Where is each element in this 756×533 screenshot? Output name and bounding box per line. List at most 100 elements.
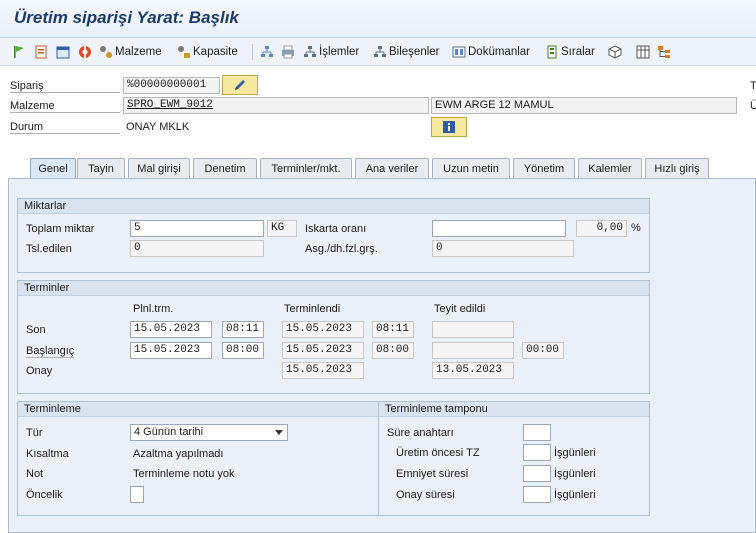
- material-description: EWM ARGE 12 MAMUL: [431, 97, 737, 114]
- tab-general[interactable]: Genel: [30, 158, 76, 179]
- delivered-label: Tsl.edilen: [26, 243, 72, 255]
- order-label: Sipariş: [10, 80, 120, 93]
- status-info-button[interactable]: [431, 117, 467, 137]
- release-label: Onay: [26, 365, 53, 377]
- scheduling-group: Terminleme Tür 4 Günün tarihi Kısaltma A…: [17, 401, 379, 516]
- lifebuoy-icon[interactable]: [78, 43, 92, 61]
- cube-icon[interactable]: [608, 43, 622, 61]
- duration-key-input[interactable]: [523, 424, 551, 441]
- tab-items[interactable]: Kalemler: [578, 158, 642, 178]
- tab-content-panel: Miktarlar Toplam miktar 5 KG Iskarta ora…: [8, 178, 756, 533]
- print-icon[interactable]: [281, 43, 295, 61]
- total-qty-label: Toplam miktar: [26, 223, 95, 235]
- pencil-icon: [235, 80, 245, 90]
- status-value: ONAY MKLK: [126, 121, 190, 133]
- page-title: Üretim siparişi Yarat: Başlık: [14, 8, 239, 27]
- buffer-header: Terminleme tamponu: [379, 402, 649, 417]
- application-toolbar: Malzeme Kapasite İşlemler Bileşenler Dok…: [0, 38, 756, 66]
- duration-key-label: Süre anahtarı: [387, 427, 454, 439]
- pre-production-unit: İşgünleri: [554, 447, 596, 459]
- pre-production-input[interactable]: [523, 444, 551, 461]
- order-field[interactable]: %00000000001: [123, 77, 220, 94]
- table-icon[interactable]: [636, 43, 650, 61]
- scrap-rate-input[interactable]: [432, 220, 566, 237]
- safety-time-input[interactable]: [523, 465, 551, 482]
- total-qty-input[interactable]: 5: [130, 220, 264, 237]
- sequences-button[interactable]: Sıralar: [545, 43, 595, 61]
- hierarchy-icon[interactable]: [657, 43, 671, 61]
- tab-goods-receipt[interactable]: Mal girişi: [128, 158, 190, 178]
- safety-time-label: Emniyet süresi: [396, 468, 469, 480]
- start-planned-date[interactable]: 15.05.2023: [130, 342, 212, 359]
- dates-group: Terminler Plnl.trm. Terminlendi Teyit ed…: [17, 280, 650, 394]
- material-button[interactable]: Malzeme: [99, 43, 162, 61]
- tab-master-data[interactable]: Ana veriler: [355, 158, 429, 178]
- calendar-icon[interactable]: [56, 43, 70, 61]
- finish-confirmed-date[interactable]: [432, 321, 514, 338]
- material-value: SPRO_EWM_9012: [127, 99, 213, 111]
- finish-label: Son: [26, 324, 46, 336]
- info-icon: [443, 121, 455, 133]
- truncated-label-u: Ü: [750, 100, 756, 112]
- finish-planned-time[interactable]: 08:11: [222, 321, 264, 338]
- start-planned-time[interactable]: 08:00: [222, 342, 264, 359]
- edit-button[interactable]: [222, 75, 258, 95]
- type-label: Tür: [26, 427, 43, 439]
- overdelivery-label: Asg./dh.fzl.grş.: [305, 243, 378, 255]
- scheduling-type-dropdown[interactable]: 4 Günün tarihi: [130, 424, 288, 441]
- priority-label: Öncelik: [26, 489, 63, 501]
- reduction-label: Kısaltma: [26, 448, 69, 460]
- components-button[interactable]: Bileşenler: [373, 43, 440, 61]
- tab-assignment[interactable]: Tayin: [77, 158, 125, 178]
- overdelivery-field[interactable]: 0: [432, 240, 574, 257]
- unit-field[interactable]: KG: [267, 220, 297, 237]
- release-period-unit: İşgünleri: [554, 489, 596, 501]
- quantities-header: Miktarlar: [18, 199, 649, 214]
- scrap-rate-label: Iskarta oranı: [305, 223, 367, 235]
- material-label: Malzeme: [10, 100, 120, 113]
- tab-administration[interactable]: Yönetim: [513, 158, 575, 178]
- toolbar-separator: [252, 44, 253, 60]
- quantities-group: Miktarlar Toplam miktar 5 KG Iskarta ora…: [17, 198, 650, 273]
- pre-production-label: Üretim öncesi TZ: [396, 447, 480, 459]
- buffer-group: Terminleme tamponu Süre anahtarı Üretim …: [378, 401, 650, 516]
- percent-sign: %: [631, 222, 641, 234]
- material-field[interactable]: SPRO_EWM_9012: [123, 97, 429, 114]
- priority-input[interactable]: [130, 486, 144, 503]
- planned-column-label: Plnl.trm.: [133, 303, 174, 315]
- start-confirmed-time[interactable]: 00:00: [522, 342, 564, 359]
- note-label: Not: [26, 468, 44, 480]
- start-confirmed-date[interactable]: [432, 342, 514, 359]
- truncated-label-t: T: [750, 80, 756, 92]
- safety-time-unit: İşgünleri: [554, 468, 596, 480]
- finish-scheduled-date[interactable]: 15.05.2023: [282, 321, 364, 338]
- note-value: Terminleme notu yok: [133, 468, 235, 480]
- scrap-percent-field[interactable]: 0,00: [576, 220, 627, 237]
- operations-button[interactable]: İşlemler: [303, 43, 359, 61]
- reduction-value: Azaltma yapılmadı: [133, 448, 224, 460]
- scheduling-type-value: 4 Günün tarihi: [134, 426, 204, 438]
- start-scheduled-date[interactable]: 15.05.2023: [282, 342, 364, 359]
- documents-button[interactable]: Dokümanlar: [452, 43, 530, 61]
- scheduling-header: Terminleme: [18, 402, 378, 417]
- flag-icon[interactable]: [12, 43, 26, 61]
- scheduled-column-label: Terminlendi: [284, 303, 341, 315]
- release-period-input[interactable]: [523, 486, 551, 503]
- tab-control[interactable]: Denetim: [193, 158, 257, 178]
- finish-planned-date[interactable]: 15.05.2023: [130, 321, 212, 338]
- network-icon[interactable]: [260, 43, 274, 61]
- capacity-button[interactable]: Kapasite: [177, 43, 238, 61]
- tab-dates-qty[interactable]: Terminler/mkt.: [260, 158, 352, 178]
- tab-quick-entry[interactable]: Hızlı giriş: [645, 158, 709, 178]
- finish-scheduled-time[interactable]: 08:11: [372, 321, 414, 338]
- tab-long-text[interactable]: Uzun metin: [432, 158, 510, 178]
- release-scheduled-date[interactable]: 15.05.2023: [282, 362, 364, 379]
- chevron-down-icon: [275, 430, 283, 435]
- dates-header: Terminler: [18, 281, 649, 296]
- tab-strip: Genel Tayin Mal girişi Denetim Terminler…: [0, 158, 756, 179]
- release-confirmed-date[interactable]: 13.05.2023: [432, 362, 514, 379]
- start-scheduled-time[interactable]: 08:00: [372, 342, 414, 359]
- delivered-field[interactable]: 0: [130, 240, 264, 257]
- document-icon[interactable]: [34, 43, 48, 61]
- title-bar: Üretim siparişi Yarat: Başlık: [0, 0, 756, 38]
